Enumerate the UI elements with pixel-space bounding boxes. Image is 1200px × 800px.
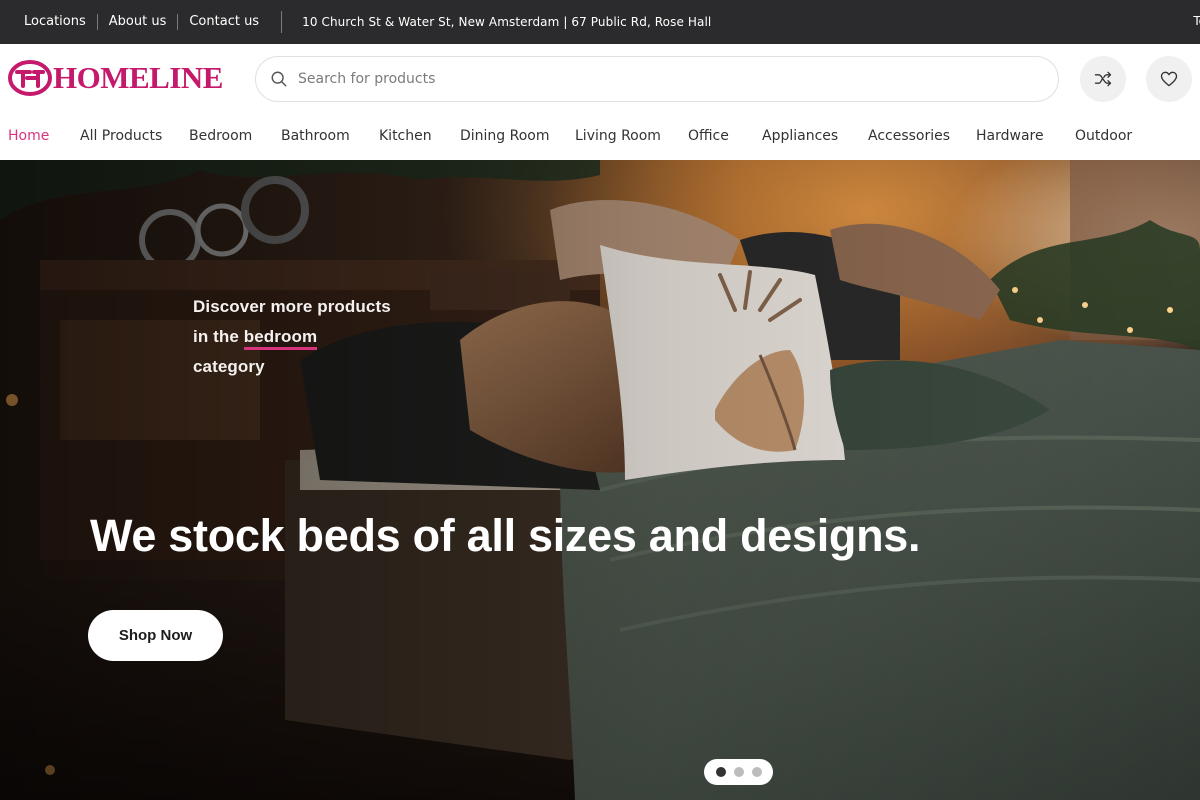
nav-item-home[interactable]: Home — [8, 128, 49, 144]
nav-item-appliances[interactable]: Appliances — [762, 128, 838, 144]
topbar-right-text: Te — [1193, 14, 1200, 28]
logo-mark-icon — [8, 60, 52, 96]
nav-item-all-products[interactable]: All Products — [80, 128, 162, 144]
nav-item-living-room[interactable]: Living Room — [575, 128, 661, 144]
nav-item-accessories[interactable]: Accessories — [868, 128, 950, 144]
shop-now-button[interactable]: Shop Now — [88, 610, 223, 661]
logo[interactable]: HOMELINE — [8, 58, 223, 98]
carousel-dot-2[interactable] — [733, 767, 744, 777]
nav-item-bathroom[interactable]: Bathroom — [281, 128, 350, 144]
search-input[interactable] — [298, 71, 998, 87]
topbar-link-locations[interactable]: Locations — [0, 14, 98, 30]
nav-item-bedroom[interactable]: Bedroom — [189, 128, 252, 144]
heart-icon — [1160, 71, 1178, 87]
hero-category-link[interactable]: bedroom — [243, 322, 318, 352]
logo-text: HOMELINE — [53, 60, 223, 95]
carousel-dot-1[interactable] — [715, 767, 726, 777]
wishlist-button[interactable] — [1146, 56, 1192, 102]
nav-item-outdoor[interactable]: Outdoor — [1075, 128, 1132, 144]
topbar-link-contact[interactable]: Contact us — [178, 14, 281, 30]
bedroom-hero-image — [0, 160, 1200, 800]
carousel-dot-3[interactable] — [751, 767, 762, 777]
hero-subtitle: Discover more products in the bedroom ca… — [193, 292, 391, 382]
search-icon — [271, 71, 287, 87]
nav-item-office[interactable]: Office — [688, 128, 729, 144]
hero-subtitle-line-1: Discover more products — [193, 297, 391, 316]
header: HOMELINE — [0, 44, 1200, 114]
nav-item-kitchen[interactable]: Kitchen — [379, 128, 432, 144]
shuffle-icon — [1094, 71, 1112, 87]
search-bar[interactable] — [255, 56, 1059, 102]
top-bar: Locations About us Contact us 10 Church … — [0, 0, 1200, 44]
compare-button[interactable] — [1080, 56, 1126, 102]
hero-subtitle-prefix: in the — [193, 327, 244, 346]
category-nav: Home All Products Bedroom Bathroom Kitch… — [0, 114, 1200, 160]
nav-item-dining-room[interactable]: Dining Room — [460, 128, 550, 144]
hero-subtitle-line-2: in the bedroom — [193, 322, 391, 352]
topbar-link-about[interactable]: About us — [98, 14, 179, 30]
hero-subtitle-line-3: category — [193, 357, 265, 376]
hero-banner[interactable]: Discover more products in the bedroom ca… — [0, 160, 1200, 800]
store-addresses: 10 Church St & Water St, New Amsterdam |… — [302, 15, 712, 29]
nav-item-hardware[interactable]: Hardware — [976, 128, 1044, 144]
carousel-indicators — [704, 759, 773, 785]
hero-title: We stock beds of all sizes and designs. — [90, 510, 921, 561]
